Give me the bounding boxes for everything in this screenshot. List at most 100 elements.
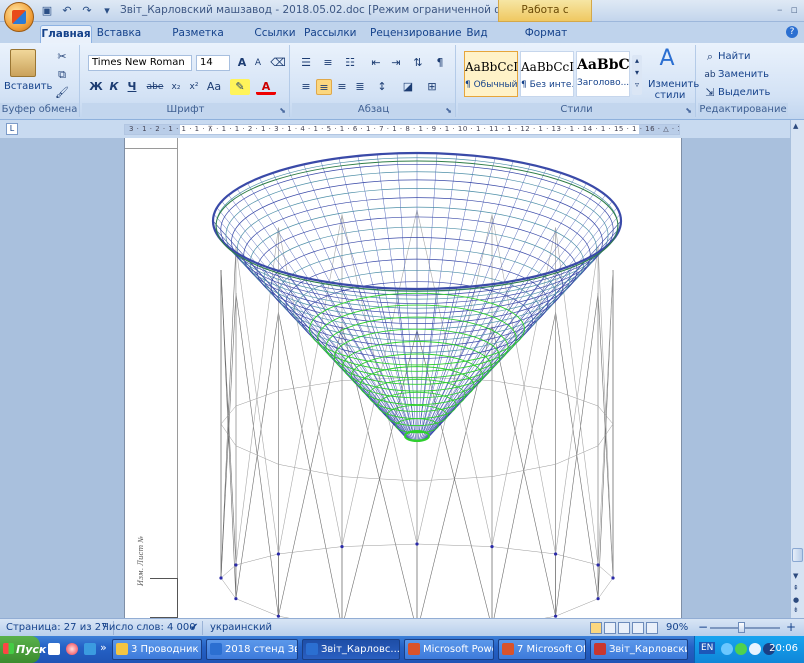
line-spacing-icon[interactable]: ↕ — [374, 79, 390, 95]
style-normal[interactable]: AaBbCcI ¶ Обычный — [464, 51, 518, 97]
change-styles-button[interactable]: Изменить стили — [648, 79, 699, 101]
silo-structure-image[interactable] — [125, 138, 683, 618]
multilevel-list-icon[interactable]: ☷ — [342, 55, 358, 71]
minimize-button[interactable]: – — [777, 3, 783, 16]
help-icon[interactable]: ? — [786, 26, 798, 38]
full-screen-view-icon[interactable] — [604, 622, 616, 634]
paragraph-dialog-launcher-icon[interactable]: ⬊ — [445, 106, 452, 115]
shrink-font-button[interactable]: A — [250, 55, 266, 71]
numbering-icon[interactable]: ≡ — [320, 55, 336, 71]
taskbar-item[interactable]: Звіт_Карловс... — [302, 639, 400, 660]
tab-references[interactable]: Ссылки — [254, 25, 296, 43]
vertical-scrollbar[interactable]: ▲ ▼ ⇞ ● ⇟ — [790, 120, 804, 618]
show-marks-icon[interactable]: ¶ — [432, 55, 448, 71]
change-case-button[interactable]: Aa — [204, 79, 224, 95]
tab-review[interactable]: Рецензирование — [370, 25, 462, 43]
find-icon[interactable]: ⌕ — [702, 49, 718, 65]
zoom-level[interactable]: 90% — [660, 621, 694, 635]
paste-button[interactable]: Вставить — [4, 81, 52, 92]
office-button[interactable] — [4, 2, 34, 32]
change-styles-icon[interactable]: A — [654, 48, 680, 75]
style-no-spacing[interactable]: AaBbCcI ¶ Без инте... — [520, 51, 574, 97]
zoom-slider[interactable] — [710, 627, 780, 629]
font-color-icon[interactable]: A — [256, 79, 276, 95]
justify-icon[interactable]: ≣ — [352, 79, 368, 95]
quicklaunch-overflow[interactable]: » — [100, 641, 107, 654]
align-right-icon[interactable]: ≡ — [334, 79, 350, 95]
style-heading[interactable]: AaBbC Заголово... — [576, 51, 630, 97]
scrollbar-thumb[interactable] — [792, 548, 803, 562]
subscript-button[interactable]: x₂ — [168, 79, 184, 95]
quicklaunch-desktop-icon[interactable] — [84, 643, 96, 655]
restore-button[interactable]: ▫ — [791, 3, 798, 16]
tab-mailings[interactable]: Рассылки — [304, 25, 356, 43]
antivirus-icon[interactable] — [735, 643, 747, 655]
web-view-icon[interactable] — [618, 622, 630, 634]
outline-view-icon[interactable] — [632, 622, 644, 634]
quicklaunch-font-icon[interactable] — [48, 643, 60, 655]
previous-page-icon[interactable]: ⇞ — [793, 584, 799, 592]
start-button[interactable]: Пуск — [0, 636, 46, 663]
horizontal-ruler[interactable]: 3 · 1 · 2 · 1 · 1 · 1 · ⊼ · 1 · 1 · 2 · … — [124, 124, 680, 135]
replace-icon[interactable]: ab — [702, 67, 718, 83]
clear-format-icon[interactable]: ⌫ — [270, 55, 286, 71]
document-page[interactable]: Изм. Лист № — [124, 138, 682, 618]
align-left-icon[interactable]: ≡ — [298, 79, 314, 95]
select-icon[interactable]: ⇲ — [702, 85, 718, 101]
customize-dropdown-icon[interactable]: ▾ — [100, 4, 114, 18]
decrease-indent-icon[interactable]: ⇤ — [368, 55, 384, 71]
find-button[interactable]: Найти — [718, 51, 750, 62]
language-indicator[interactable]: украинский — [204, 621, 278, 635]
bold-button[interactable]: Ж — [88, 79, 104, 95]
scroll-up-icon[interactable]: ▲ — [793, 122, 798, 130]
print-layout-view-icon[interactable] — [590, 622, 602, 634]
volume-icon[interactable] — [749, 643, 761, 655]
tab-home[interactable]: Главная — [40, 25, 92, 43]
strikethrough-button[interactable]: abe — [144, 79, 166, 95]
tab-page-layout[interactable]: Разметка страницы — [150, 25, 246, 56]
redo-icon[interactable]: ↷ — [80, 4, 94, 18]
sort-icon[interactable]: ⇅ — [410, 55, 426, 71]
styles-dialog-launcher-icon[interactable]: ⬊ — [685, 106, 692, 115]
shading-icon[interactable]: ◪ — [400, 79, 416, 95]
font-name-field[interactable]: Times New Roman — [88, 55, 192, 71]
highlight-color-icon[interactable]: ✎ — [230, 79, 250, 95]
font-dialog-launcher-icon[interactable]: ⬊ — [279, 106, 286, 115]
tab-format[interactable]: Формат — [518, 25, 574, 43]
increase-indent-icon[interactable]: ⇥ — [388, 55, 404, 71]
browse-object-icon[interactable]: ● — [793, 596, 799, 604]
copy-icon[interactable]: ⧉ — [54, 67, 70, 83]
zoom-slider-knob[interactable] — [738, 622, 745, 633]
taskbar-item[interactable]: Звіт_Карловски... — [590, 639, 688, 660]
tab-insert[interactable]: Вставка — [96, 25, 142, 43]
save-icon[interactable]: ▣ — [40, 4, 54, 18]
tab-view[interactable]: Вид — [462, 25, 492, 43]
tab-selector[interactable]: L — [6, 123, 18, 135]
italic-button[interactable]: К — [106, 79, 122, 95]
taskbar-item[interactable]: 3 Проводник — [112, 639, 202, 660]
grow-font-button[interactable]: A — [234, 55, 250, 71]
select-button[interactable]: Выделить — [718, 87, 770, 98]
quicklaunch-chrome-icon[interactable] — [66, 643, 78, 655]
styles-scroll-icon[interactable]: ▴ ▾ ▿ — [632, 55, 642, 95]
taskbar-item[interactable]: Microsoft Power... — [404, 639, 494, 660]
zoom-in-button[interactable]: + — [786, 620, 796, 634]
bullets-icon[interactable]: ☰ — [298, 55, 314, 71]
network-icon[interactable] — [721, 643, 733, 655]
paste-icon[interactable] — [10, 49, 36, 77]
align-center-icon[interactable]: ≡ — [316, 79, 332, 95]
taskbar-item[interactable]: 2018 стенд Зва... — [206, 639, 298, 660]
borders-icon[interactable]: ⊞ — [424, 79, 440, 95]
replace-button[interactable]: Заменить — [718, 69, 769, 80]
next-page-icon[interactable]: ⇟ — [793, 606, 799, 614]
scroll-down-icon[interactable]: ▼ — [793, 572, 798, 580]
font-size-field[interactable]: 14 — [196, 55, 230, 71]
underline-button[interactable]: Ч — [124, 79, 140, 95]
spelling-status-icon[interactable]: ✔ — [184, 621, 204, 635]
undo-icon[interactable]: ↶ — [60, 4, 74, 18]
superscript-button[interactable]: x² — [186, 79, 202, 95]
draft-view-icon[interactable] — [646, 622, 658, 634]
format-painter-icon[interactable]: 🖌 — [54, 85, 70, 101]
cut-icon[interactable]: ✂ — [54, 49, 70, 65]
language-indicator-tray[interactable]: EN — [699, 642, 716, 654]
